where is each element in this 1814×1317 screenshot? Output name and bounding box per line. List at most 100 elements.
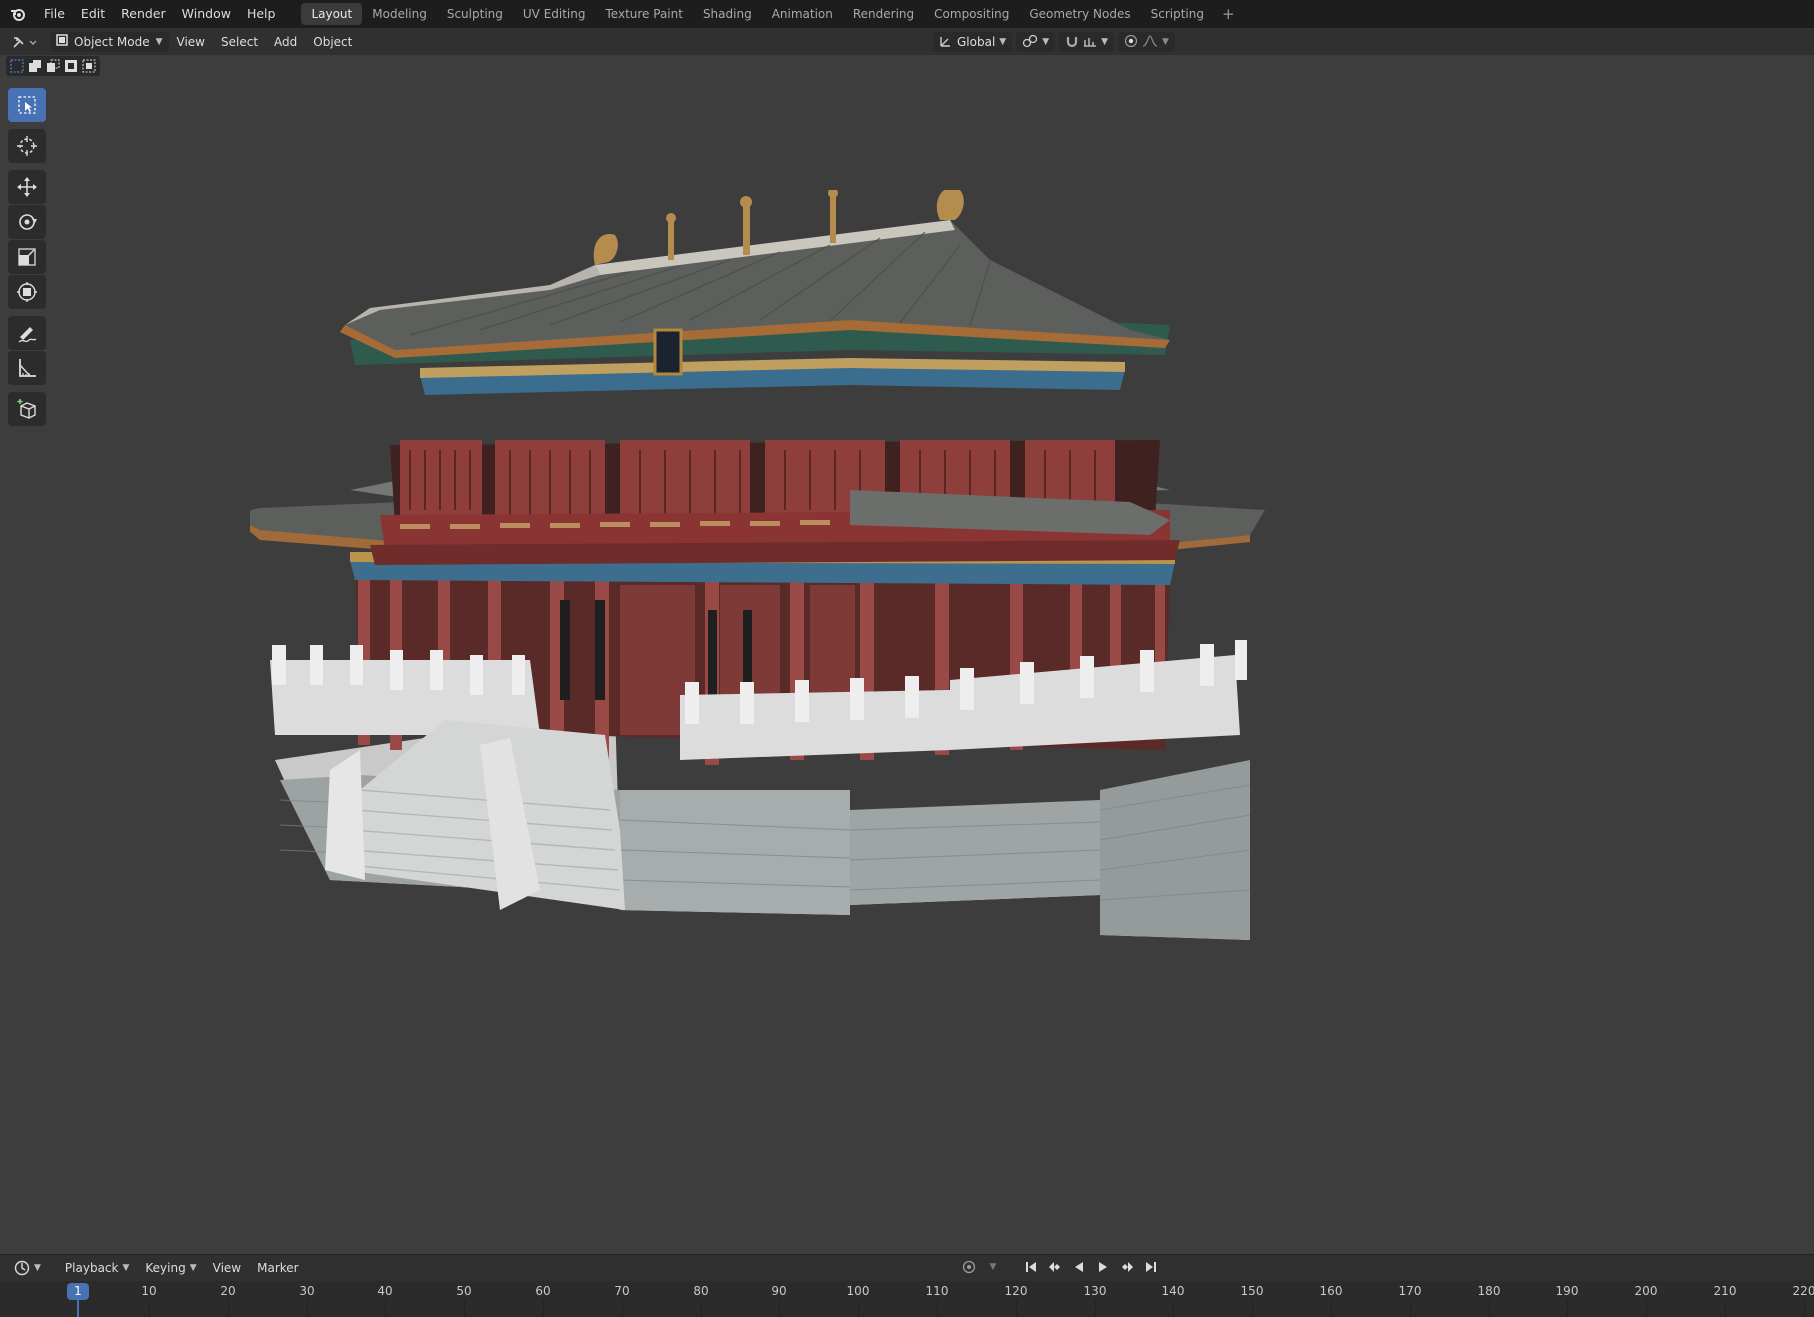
frame-tick: [701, 1300, 702, 1317]
tab-layout[interactable]: Layout: [301, 3, 363, 25]
pivot-select[interactable]: ▼: [1016, 32, 1056, 52]
cursor-icon[interactable]: [8, 129, 46, 163]
snap-toggle[interactable]: ▼: [1059, 32, 1115, 52]
top-bar: File Edit Render Window Help Layout Mode…: [0, 0, 1814, 28]
blender-logo-icon[interactable]: [0, 0, 36, 28]
select-invert-icon[interactable]: [63, 58, 79, 74]
frame-tick: [1410, 1300, 1411, 1317]
tab-texture-paint[interactable]: Texture Paint: [596, 3, 693, 25]
menu-edit[interactable]: Edit: [73, 0, 113, 28]
menu-select[interactable]: Select: [213, 35, 266, 49]
menu-help[interactable]: Help: [239, 0, 284, 28]
plus-icon[interactable]: +: [1214, 5, 1243, 23]
menu-playback[interactable]: Playback ▼: [57, 1261, 137, 1275]
current-frame-line: [77, 1300, 79, 1317]
menu-marker[interactable]: Marker: [249, 1261, 306, 1275]
chevron-down-icon: ▼: [189, 1263, 197, 1273]
frame-label: 120: [1004, 1284, 1028, 1298]
chevron-down-icon: ▼: [122, 1263, 130, 1273]
play-reverse-icon[interactable]: [1070, 1258, 1088, 1276]
frame-label: 130: [1083, 1284, 1107, 1298]
timeline-editor-type[interactable]: ▼: [6, 1260, 49, 1276]
jump-keyframe-forward-icon[interactable]: [1118, 1258, 1136, 1276]
tab-rendering[interactable]: Rendering: [843, 3, 924, 25]
jump-keyframe-back-icon[interactable]: [1046, 1258, 1064, 1276]
select-intersect-icon[interactable]: [81, 58, 97, 74]
proportional-edit-toggle[interactable]: ▼: [1118, 32, 1175, 52]
menu-render[interactable]: Render: [113, 0, 174, 28]
select-subtract-icon[interactable]: [45, 58, 61, 74]
select-box-icon[interactable]: [8, 88, 46, 122]
orientation-select[interactable]: Global ▼: [933, 32, 1013, 52]
frame-label: 90: [771, 1284, 787, 1298]
view-label: View: [212, 1261, 242, 1275]
keying-label: Keying: [145, 1261, 186, 1275]
menu-view[interactable]: View: [169, 35, 213, 49]
tab-uv-editing[interactable]: UV Editing: [513, 3, 596, 25]
frame-tick: [228, 1300, 229, 1317]
frame-label: 100: [846, 1284, 870, 1298]
scale-icon[interactable]: [8, 240, 46, 274]
pavilion-3d-model[interactable]: [230, 187, 1470, 1060]
select-new-icon[interactable]: [9, 58, 25, 74]
frame-tick: [149, 1300, 150, 1317]
play-icon[interactable]: [1094, 1258, 1112, 1276]
tab-scripting[interactable]: Scripting: [1141, 3, 1214, 25]
frame-label: 40: [377, 1284, 393, 1298]
menu-keying[interactable]: Keying ▼: [137, 1261, 204, 1275]
mode-select[interactable]: Object Mode ▼: [50, 31, 169, 52]
proportional-edit-icon: [1124, 34, 1138, 51]
current-frame-indicator[interactable]: 1: [67, 1283, 89, 1300]
move-icon[interactable]: [8, 170, 46, 204]
select-extend-icon[interactable]: [27, 58, 43, 74]
auto-keying-icon[interactable]: [960, 1258, 978, 1276]
frame-tick: [1252, 1300, 1253, 1317]
transform-icon[interactable]: [8, 275, 46, 309]
annotate-icon[interactable]: [8, 316, 46, 350]
frame-label: 220: [1792, 1284, 1814, 1298]
jump-end-icon[interactable]: [1142, 1258, 1160, 1276]
frame-label: 50: [456, 1284, 472, 1298]
frame-label: 160: [1319, 1284, 1343, 1298]
frame-tick: [385, 1300, 386, 1317]
menu-window[interactable]: Window: [174, 0, 239, 28]
frame-tick: [1095, 1300, 1096, 1317]
frame-tick: [1489, 1300, 1490, 1317]
tab-compositing[interactable]: Compositing: [924, 3, 1019, 25]
frame-tick: [543, 1300, 544, 1317]
chevron-down-icon: ▼: [1162, 37, 1169, 47]
rotate-icon[interactable]: [8, 205, 46, 239]
frame-tick: [307, 1300, 308, 1317]
chevron-down-icon: ▼: [1042, 37, 1050, 47]
frame-label: 20: [220, 1284, 236, 1298]
chevron-down-icon: ▼: [999, 37, 1007, 47]
mode-label: Object Mode: [74, 34, 150, 49]
tab-animation[interactable]: Animation: [762, 3, 843, 25]
jump-start-icon[interactable]: [1022, 1258, 1040, 1276]
menu-file[interactable]: File: [36, 0, 73, 28]
menu-timeline-view[interactable]: View: [205, 1261, 249, 1275]
orientation-icon: [939, 34, 953, 51]
frame-tick: [1173, 1300, 1174, 1317]
orientation-label: Global: [957, 35, 996, 49]
chevron-down-icon[interactable]: ▼: [984, 1258, 1002, 1276]
chevron-down-icon: ▼: [34, 1263, 41, 1273]
frame-label: 180: [1477, 1284, 1501, 1298]
tab-sculpting[interactable]: Sculpting: [437, 3, 513, 25]
frame-label: 80: [693, 1284, 709, 1298]
tab-shading[interactable]: Shading: [693, 3, 762, 25]
frame-label: 190: [1555, 1284, 1579, 1298]
frame-tick: [779, 1300, 780, 1317]
add-cube-icon[interactable]: [8, 392, 46, 426]
editor-type-icon[interactable]: [4, 31, 46, 53]
frame-label: 150: [1240, 1284, 1264, 1298]
frame-label: 110: [925, 1284, 949, 1298]
frame-label: 70: [614, 1284, 630, 1298]
measure-icon[interactable]: [8, 351, 46, 385]
timeline-ruler[interactable]: 1 10 20 30 40 50 60 70 80 90 100 110 120 130 140 150 16…: [0, 1281, 1814, 1317]
menu-object[interactable]: Object: [305, 35, 360, 49]
menu-add[interactable]: Add: [266, 35, 305, 49]
tab-modeling[interactable]: Modeling: [362, 3, 437, 25]
tab-geometry-nodes[interactable]: Geometry Nodes: [1019, 3, 1140, 25]
frame-tick: [1725, 1300, 1726, 1317]
